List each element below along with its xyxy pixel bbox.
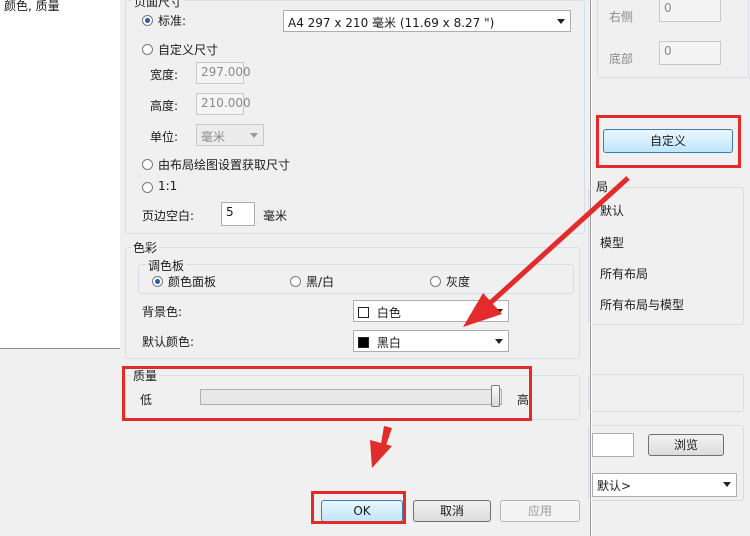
browse-button[interactable]: 浏览: [648, 434, 724, 456]
margin-field[interactable]: 5: [221, 202, 255, 226]
right-panel: 右侧 0 底部 0 自定义 局 默认 模型 所有布局 所有布局与模型 浏览 默认…: [588, 0, 750, 536]
default-color-swatch: [358, 337, 369, 348]
palette-group-title: 调色板: [146, 257, 187, 274]
layout-item[interactable]: 所有布局: [600, 265, 648, 282]
file-path-field[interactable]: [592, 433, 634, 457]
right-margin-label: 右侧: [609, 10, 634, 24]
margin-label: 页边空白:: [142, 209, 195, 223]
palette-color-label: 颜色面板: [168, 275, 217, 289]
paper-size-group-title: 页面尺寸: [132, 0, 185, 10]
output-group: [588, 374, 744, 412]
background-color-value: 白色: [376, 306, 401, 320]
from-layout-label: 由布局绘图设置获取尺寸: [158, 158, 291, 172]
custom-button-highlight: [596, 115, 741, 168]
palette-gray-radio[interactable]: [430, 276, 441, 287]
apply-button[interactable]: 应用: [500, 500, 580, 522]
from-layout-radio[interactable]: [142, 159, 153, 170]
default-color-value: 黑白: [376, 336, 401, 350]
height-label: 高度:: [150, 99, 179, 113]
left-pane-text: 颜色, 质量: [4, 0, 60, 13]
right-margin-field[interactable]: 0: [659, 0, 721, 22]
chevron-down-icon: [495, 339, 503, 344]
width-field[interactable]: 297.000: [196, 62, 251, 84]
color-group-title: 色彩: [131, 239, 160, 256]
cancel-button[interactable]: 取消: [413, 500, 491, 522]
chevron-down-icon: [723, 482, 731, 487]
custom-size-radio[interactable]: [142, 44, 153, 55]
one-to-one-radio[interactable]: [142, 182, 153, 193]
unit-label: 单位:: [150, 130, 179, 144]
background-color-label: 背景色:: [142, 305, 183, 319]
palette-bw-radio[interactable]: [290, 276, 301, 287]
standard-size-label: 标准:: [158, 14, 187, 28]
palette-gray-label: 灰度: [446, 275, 471, 289]
standard-size-radio[interactable]: [142, 15, 153, 26]
width-label: 宽度:: [150, 68, 179, 82]
unit-value: 毫米: [201, 130, 226, 144]
left-pane-footer: [0, 349, 120, 536]
unit-select[interactable]: 毫米: [196, 124, 264, 146]
layout-item[interactable]: 默认: [600, 202, 624, 219]
one-to-one-label: 1:1: [158, 179, 178, 193]
palette-bw-label: 黑/白: [306, 275, 335, 289]
height-field[interactable]: 210.000: [196, 93, 251, 115]
quality-highlight: [122, 366, 532, 421]
chevron-down-icon: [495, 309, 503, 314]
default-select[interactable]: 默认>: [592, 473, 737, 497]
layout-group-title: 局: [594, 178, 611, 195]
chevron-down-icon: [557, 19, 565, 24]
paper-size-group: [125, 0, 585, 234]
default-color-select[interactable]: 黑白: [353, 330, 509, 352]
palette-color-radio[interactable]: [152, 276, 163, 287]
default-select-value: 默认>: [597, 479, 632, 493]
default-color-label: 默认颜色:: [142, 335, 195, 349]
custom-size-label: 自定义尺寸: [158, 43, 219, 57]
standard-size-value: A4 297 x 210 毫米 (11.69 x 8.27 "): [288, 16, 495, 30]
background-color-select[interactable]: 白色: [353, 300, 509, 322]
bottom-margin-label: 底部: [609, 52, 634, 66]
ok-button-highlight: [311, 491, 406, 524]
layout-item[interactable]: 所有布局与模型: [600, 296, 684, 313]
background-color-swatch: [358, 307, 369, 318]
export-settings-dialog: 页面尺寸 标准: A4 297 x 210 毫米 (11.69 x 8.27 "…: [120, 0, 591, 536]
standard-size-select[interactable]: A4 297 x 210 毫米 (11.69 x 8.27 "): [283, 10, 571, 32]
left-pane: 颜色, 质量: [0, 0, 121, 349]
margin-unit: 毫米: [263, 209, 288, 223]
layout-item[interactable]: 模型: [600, 234, 624, 251]
chevron-down-icon: [250, 133, 258, 138]
bottom-margin-field[interactable]: 0: [659, 41, 721, 65]
